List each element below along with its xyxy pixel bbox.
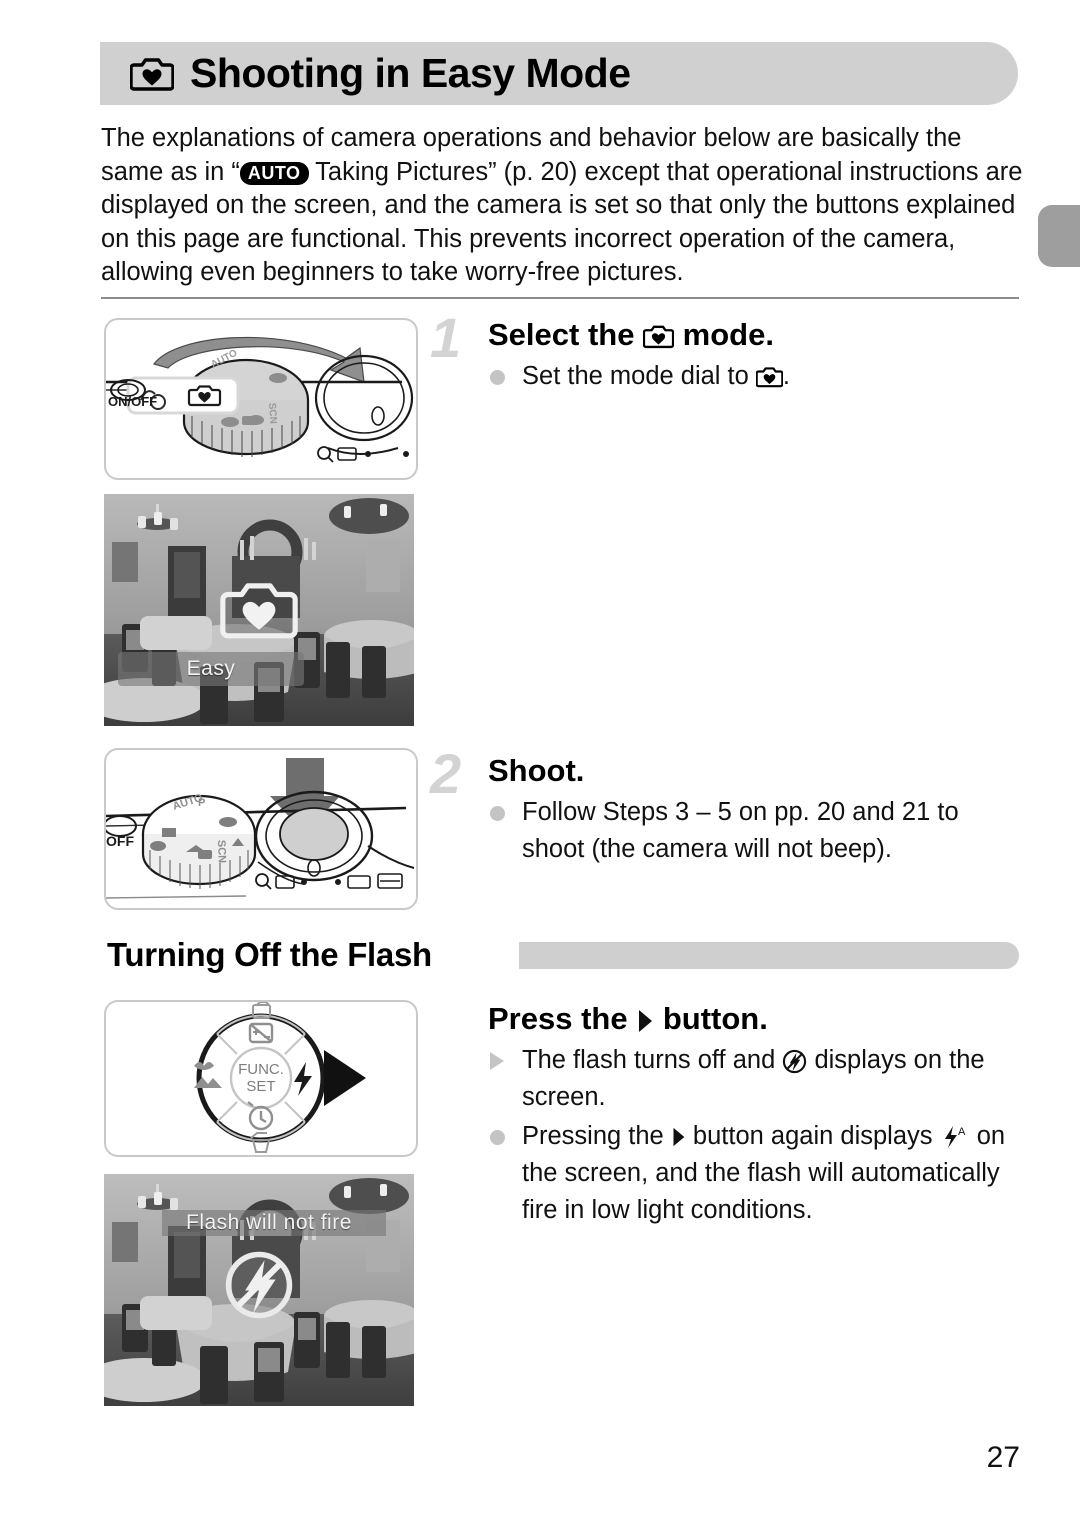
func-set-label-line1: FUNC. xyxy=(238,1061,284,1078)
flash-heading-before: Press the xyxy=(488,1001,637,1036)
easy-mode-label-bar: Easy xyxy=(118,652,304,686)
control-pad-figure: FUNC. SET xyxy=(104,1000,418,1157)
camera-easy-mode-icon xyxy=(129,56,175,92)
page-number: 27 xyxy=(986,1441,1020,1474)
step-1-heading: Select the mode. xyxy=(488,316,1010,354)
right-arrow-button-icon xyxy=(671,1126,686,1148)
flash-bullet-2-text-b: button again displays xyxy=(685,1122,940,1150)
svg-text:P: P xyxy=(198,797,205,809)
flash-instruction-block: Press the button. The flash turns off an… xyxy=(430,1000,1010,1229)
step-1-bullet: Set the mode dial to . xyxy=(488,358,1010,395)
func-set-label-line2: SET xyxy=(246,1078,275,1095)
flash-bullet-2-text-a: Pressing the xyxy=(522,1122,671,1150)
step-1-number: 1 xyxy=(430,306,462,369)
svg-text:A: A xyxy=(958,1126,966,1138)
page-title-bar: Shooting in Easy Mode xyxy=(100,42,1018,105)
mode-dial-figure: AUTO SCN ON/OFF xyxy=(104,318,418,480)
flash-off-icon xyxy=(782,1049,807,1074)
step-2-bullet: Follow Steps 3 – 5 on pp. 20 and 21 to s… xyxy=(488,794,1010,868)
bullet-dot-icon xyxy=(490,1130,505,1145)
step-1-bullet-before: Set the mode dial to xyxy=(522,362,756,390)
step-1: 1 Select the mode. Set the mode dial to … xyxy=(430,310,1010,395)
right-arrow-button-icon xyxy=(636,1008,654,1034)
camera-easy-mode-icon xyxy=(642,324,675,349)
flash-bullet-2: Pressing the button again displays A on … xyxy=(488,1118,1010,1229)
subsection-header: Turning Off the Flash xyxy=(101,936,1019,976)
flash-off-screen-photo: Flash will not fire xyxy=(104,1174,414,1406)
subsection-header-bar xyxy=(519,942,1019,969)
flash-bullets: The flash turns off and displays on the … xyxy=(488,1042,1010,1229)
easy-mode-screen-photo: Easy xyxy=(104,494,414,726)
flash-auto-icon: A xyxy=(940,1124,970,1150)
step-1-heading-after: mode. xyxy=(674,317,774,352)
flash-bullet-1-text-a: The flash turns off and xyxy=(522,1046,783,1074)
subsection-title: Turning Off the Flash xyxy=(107,936,432,973)
camera-easy-mode-icon xyxy=(755,366,784,388)
flash-off-label: Flash will not fire xyxy=(186,1211,352,1234)
svg-text:SCN: SCN xyxy=(266,402,278,424)
flash-off-overlay-icon xyxy=(223,1249,295,1321)
section-divider xyxy=(101,297,1019,299)
step-1-body: Set the mode dial to . xyxy=(488,358,1010,395)
flash-instruction-heading: Press the button. xyxy=(488,1000,1010,1038)
page-edge-tab xyxy=(1038,205,1080,267)
step-2-number: 2 xyxy=(430,742,462,805)
auto-mode-badge: AUTO xyxy=(239,161,309,185)
step-2-body: Follow Steps 3 – 5 on pp. 20 and 21 to s… xyxy=(488,794,1010,868)
flash-off-label-bar: Flash will not fire xyxy=(162,1210,386,1236)
shutter-button-figure: AUTO P SCN OFF xyxy=(104,748,418,910)
step-2: 2 Shoot. Follow Steps 3 – 5 on pp. 20 an… xyxy=(430,746,1010,868)
flash-heading-after: button. xyxy=(654,1001,768,1036)
page-title: Shooting in Easy Mode xyxy=(190,50,631,96)
easy-mode-label: Easy xyxy=(186,657,236,680)
step-2-bullet-text: Follow Steps 3 – 5 on pp. 20 and 21 to s… xyxy=(522,798,959,863)
bullet-dot-icon xyxy=(490,806,505,821)
step-1-heading-before: Select the xyxy=(488,317,644,352)
svg-text:SCN: SCN xyxy=(215,840,228,864)
camera-heart-overlay-icon xyxy=(220,579,298,641)
bullet-triangle-icon xyxy=(490,1052,504,1070)
step-2-heading: Shoot. xyxy=(488,753,585,788)
step-1-bullet-after: . xyxy=(782,362,790,390)
intro-paragraph: The explanations of camera operations an… xyxy=(101,122,1023,290)
bullet-dot-icon xyxy=(490,370,505,385)
flash-bullet-1: The flash turns off and displays on the … xyxy=(488,1042,1010,1116)
